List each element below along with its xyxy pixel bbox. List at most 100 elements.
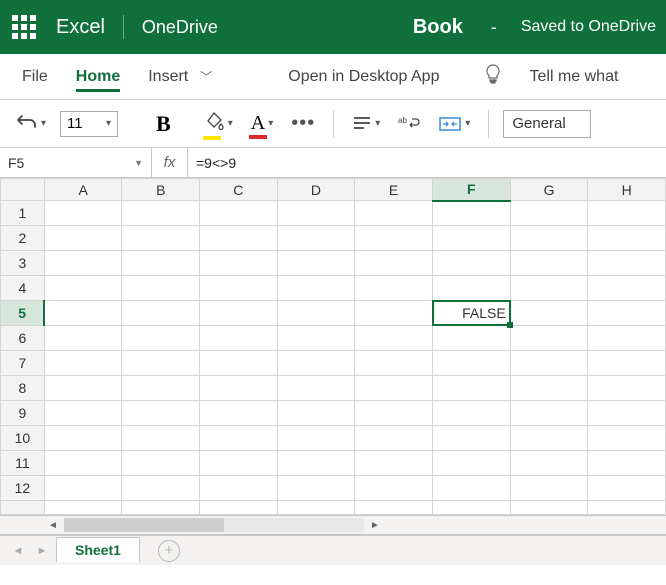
cell[interactable] [510, 451, 588, 476]
cell[interactable] [277, 351, 355, 376]
lightbulb-icon[interactable] [485, 64, 501, 89]
tab-insert[interactable]: Insert [148, 62, 188, 92]
column-header[interactable]: D [277, 179, 355, 201]
column-header[interactable]: H [588, 179, 666, 201]
cell[interactable] [510, 501, 588, 515]
horizontal-scrollbar[interactable]: ◄ ► [0, 515, 666, 535]
row-header[interactable]: 5 [1, 301, 45, 326]
cell[interactable] [277, 226, 355, 251]
cell[interactable] [122, 226, 200, 251]
cell[interactable] [510, 201, 588, 226]
cell[interactable] [277, 276, 355, 301]
cell[interactable] [277, 501, 355, 515]
cell[interactable] [44, 426, 122, 451]
cell[interactable] [510, 226, 588, 251]
cell[interactable] [510, 326, 588, 351]
select-all-corner[interactable] [1, 179, 45, 201]
cell[interactable] [122, 276, 200, 301]
font-size-select[interactable]: 11 ▾ [60, 111, 118, 137]
cell[interactable] [510, 251, 588, 276]
row-header[interactable] [1, 501, 45, 515]
cell[interactable] [432, 326, 510, 351]
cell[interactable] [44, 226, 122, 251]
cell[interactable] [122, 426, 200, 451]
cell[interactable] [510, 351, 588, 376]
cell[interactable] [122, 376, 200, 401]
cell[interactable] [200, 276, 278, 301]
cell[interactable] [44, 451, 122, 476]
cell[interactable] [200, 426, 278, 451]
cell[interactable] [44, 301, 122, 326]
cell[interactable] [200, 301, 278, 326]
cell[interactable] [432, 426, 510, 451]
column-header[interactable]: B [122, 179, 200, 201]
scrollbar-thumb[interactable] [64, 518, 224, 532]
cell[interactable] [277, 376, 355, 401]
more-formatting-button[interactable]: ••• [287, 110, 319, 137]
tab-nav-first-icon[interactable]: ◄ [8, 545, 28, 557]
tell-me-search[interactable]: Tell me what [529, 62, 618, 92]
bold-button[interactable]: B [152, 109, 175, 139]
cell[interactable] [355, 451, 433, 476]
cell[interactable] [432, 376, 510, 401]
cell[interactable] [588, 401, 666, 426]
cell[interactable] [355, 276, 433, 301]
font-color-button[interactable]: A ▾ [247, 110, 277, 137]
fill-color-button[interactable]: ▾ [201, 109, 237, 138]
open-in-desktop-button[interactable]: Open in Desktop App [288, 62, 439, 92]
column-header[interactable]: A [44, 179, 122, 201]
cell[interactable] [355, 326, 433, 351]
add-sheet-button[interactable]: + [158, 540, 180, 562]
cell[interactable] [432, 226, 510, 251]
sheet-tab[interactable]: Sheet1 [56, 537, 140, 562]
cell[interactable] [432, 276, 510, 301]
cell[interactable] [355, 226, 433, 251]
cell[interactable] [277, 326, 355, 351]
cell[interactable] [200, 451, 278, 476]
cell[interactable] [588, 501, 666, 515]
cell[interactable] [44, 501, 122, 515]
row-header[interactable]: 7 [1, 351, 45, 376]
app-launcher-icon[interactable] [10, 13, 38, 41]
cell[interactable] [510, 376, 588, 401]
cell[interactable] [277, 251, 355, 276]
cell[interactable] [432, 476, 510, 501]
cell[interactable] [355, 201, 433, 226]
tab-nav-prev-icon[interactable]: ► [32, 545, 52, 557]
cell[interactable] [432, 251, 510, 276]
cell[interactable] [44, 351, 122, 376]
cell[interactable] [200, 251, 278, 276]
row-header[interactable]: 1 [1, 201, 45, 226]
cell[interactable] [510, 476, 588, 501]
column-header[interactable]: C [200, 179, 278, 201]
cell[interactable] [200, 501, 278, 515]
cell[interactable] [122, 476, 200, 501]
cell[interactable] [122, 401, 200, 426]
cell[interactable] [277, 476, 355, 501]
cell[interactable] [277, 451, 355, 476]
cell[interactable] [355, 476, 433, 501]
cell[interactable] [588, 326, 666, 351]
cell[interactable] [122, 201, 200, 226]
more-tabs-chevron[interactable]: ﹀ [200, 68, 212, 85]
tab-home[interactable]: Home [76, 62, 120, 92]
column-header[interactable]: F [432, 179, 510, 201]
row-header[interactable]: 8 [1, 376, 45, 401]
row-header[interactable]: 12 [1, 476, 45, 501]
cell[interactable] [44, 376, 122, 401]
cell[interactable] [200, 201, 278, 226]
cell[interactable] [510, 426, 588, 451]
cell[interactable] [432, 201, 510, 226]
cell[interactable] [200, 351, 278, 376]
cell[interactable] [355, 501, 433, 515]
cell[interactable] [588, 351, 666, 376]
row-header[interactable]: 10 [1, 426, 45, 451]
active-cell[interactable]: FALSE [432, 301, 510, 326]
number-format-select[interactable]: General [503, 110, 591, 138]
document-name[interactable]: Book [413, 16, 463, 39]
cell[interactable] [200, 376, 278, 401]
insert-function-button[interactable]: fx [152, 148, 188, 177]
cell[interactable] [510, 276, 588, 301]
alignment-button[interactable]: ▾ [348, 113, 384, 135]
cell[interactable] [355, 351, 433, 376]
